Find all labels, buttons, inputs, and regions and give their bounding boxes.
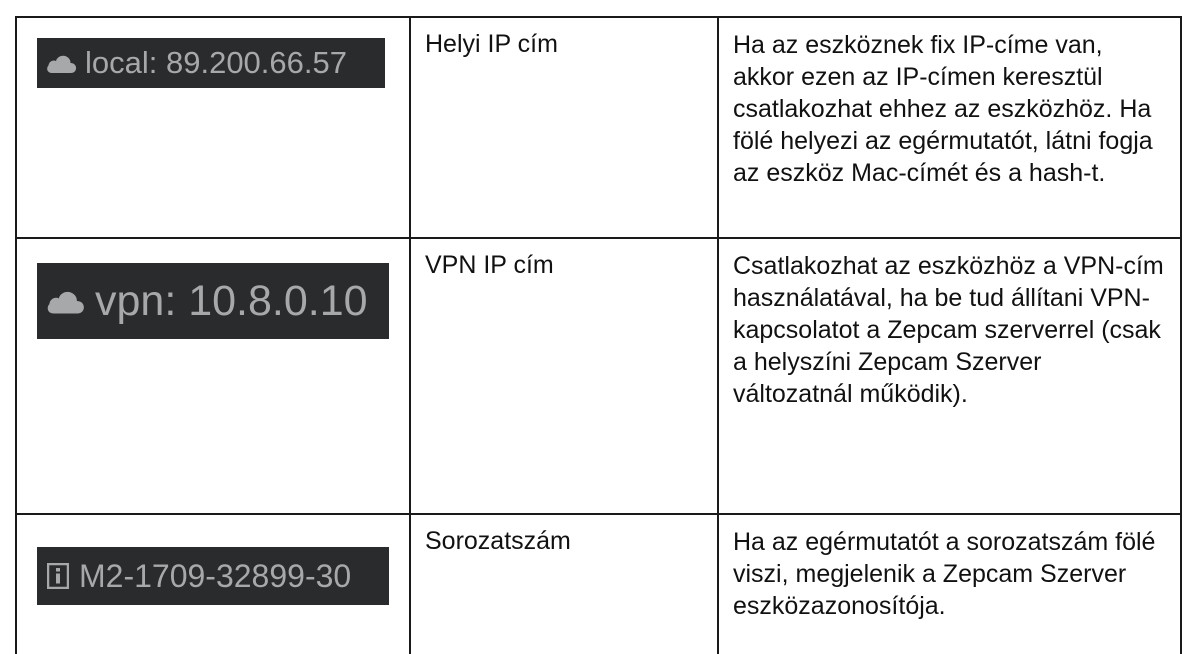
screenshot-cell: vpn: 10.8.0.10 [15, 237, 411, 515]
vpn-ip-label: vpn: 10.8.0.10 [95, 276, 368, 325]
table-row: local: 89.200.66.57 Helyi IP cím Ha az e… [15, 16, 1182, 239]
screenshot-cell: M2-1709-32899-30 [15, 513, 411, 654]
field-name: Helyi IP cím [425, 30, 558, 58]
table-row: vpn: 10.8.0.10 VPN IP cím Csatlakozhat a… [15, 237, 1182, 515]
cloud-icon [47, 291, 84, 314]
screenshot-cell: local: 89.200.66.57 [15, 16, 411, 239]
field-description-cell: Csatlakozhat az eszközhöz a VPN-cím hasz… [717, 237, 1182, 515]
device-info-table: local: 89.200.66.57 Helyi IP cím Ha az e… [15, 16, 1182, 654]
field-name-cell: Helyi IP cím [409, 16, 719, 239]
cloud-icon [47, 55, 77, 73]
local-ip-label: local: 89.200.66.57 [85, 45, 347, 80]
field-name-cell: VPN IP cím [409, 237, 719, 515]
field-description: Ha az egérmutatót a sorozatszám fölé vis… [733, 528, 1156, 620]
serial-number-label: M2-1709-32899-30 [79, 557, 352, 594]
field-description: Ha az eszköznek fix IP-címe van, akkor e… [733, 31, 1153, 187]
field-description: Csatlakozhat az eszközhöz a VPN-cím hasz… [733, 252, 1164, 408]
local-ip-chip: local: 89.200.66.57 [37, 38, 385, 88]
serial-number-chip: M2-1709-32899-30 [37, 547, 389, 605]
table-row: M2-1709-32899-30 Sorozatszám Ha az egérm… [15, 513, 1182, 654]
vpn-ip-chip: vpn: 10.8.0.10 [37, 263, 389, 339]
field-name: VPN IP cím [425, 251, 554, 279]
field-description-cell: Ha az egérmutatót a sorozatszám fölé vis… [717, 513, 1182, 654]
field-description-cell: Ha az eszköznek fix IP-címe van, akkor e… [717, 16, 1182, 239]
field-name: Sorozatszám [425, 527, 571, 555]
info-icon [47, 563, 69, 589]
field-name-cell: Sorozatszám [409, 513, 719, 654]
